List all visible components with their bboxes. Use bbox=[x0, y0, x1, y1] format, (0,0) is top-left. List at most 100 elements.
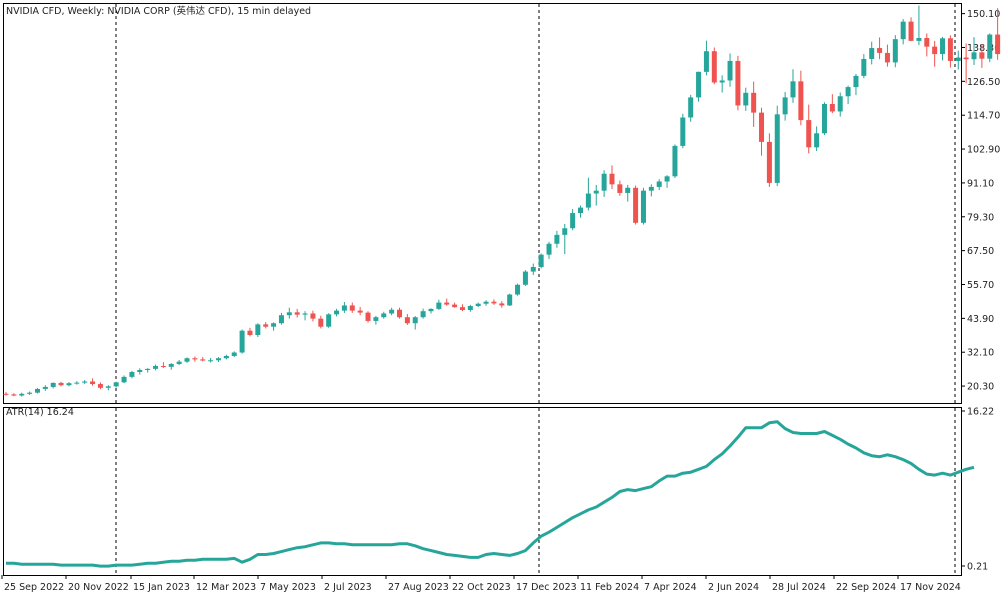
price-tick-label: 55.70 bbox=[967, 280, 994, 291]
candle-body bbox=[357, 310, 363, 313]
candle-body bbox=[530, 266, 536, 272]
candle-body bbox=[924, 38, 930, 47]
candle-body bbox=[389, 309, 395, 314]
candle-body bbox=[727, 60, 733, 81]
time-tick-label: 17 Dec 2023 bbox=[516, 582, 577, 593]
candle-body bbox=[995, 34, 1001, 55]
candle-body bbox=[231, 352, 237, 356]
candle-body bbox=[349, 305, 355, 311]
candle-body bbox=[499, 303, 505, 306]
candle-body bbox=[821, 104, 827, 134]
time-tick-label: 22 Sep 2024 bbox=[836, 582, 896, 593]
candle-body bbox=[255, 324, 261, 335]
candle-body bbox=[853, 75, 859, 88]
candle-body bbox=[491, 301, 497, 304]
candle-body bbox=[34, 388, 40, 393]
candle-body bbox=[302, 313, 308, 315]
candle-body bbox=[688, 97, 694, 118]
candle-body bbox=[82, 381, 88, 383]
candle-body bbox=[223, 355, 229, 359]
candle-body bbox=[585, 193, 591, 208]
time-tick-label: 2 Jun 2024 bbox=[708, 582, 759, 593]
candle-body bbox=[719, 80, 725, 83]
candle-body bbox=[215, 358, 221, 361]
price-tick-label: 67.50 bbox=[967, 246, 994, 257]
price-chart-svg[interactable]: 150.10138.30126.50114.70102.9091.1079.30… bbox=[0, 0, 1006, 599]
chart-window: NVIDIA CFD, Weekly: NVIDIA CORP (英伟达 CFD… bbox=[0, 0, 1006, 599]
price-tick-label: 43.90 bbox=[967, 314, 994, 325]
candle-body bbox=[845, 87, 851, 97]
candle-body bbox=[271, 323, 277, 327]
candle-body bbox=[979, 52, 985, 59]
candle-body bbox=[759, 112, 765, 142]
main-panel-frame bbox=[3, 3, 962, 404]
time-tick-label: 22 Oct 2023 bbox=[452, 582, 511, 593]
candle-body bbox=[790, 81, 796, 98]
time-tick-label: 15 Jan 2023 bbox=[133, 582, 190, 593]
candle-body bbox=[263, 324, 269, 327]
candle-body bbox=[310, 313, 316, 319]
atr-tick-label: 16.22 bbox=[967, 407, 994, 418]
candle-body bbox=[192, 358, 198, 360]
time-tick-label: 2 Jul 2023 bbox=[324, 582, 372, 593]
candle-body bbox=[837, 96, 843, 112]
candle-body bbox=[74, 382, 80, 384]
candle-body bbox=[121, 376, 127, 383]
candle-body bbox=[137, 370, 143, 373]
time-tick-label: 17 Nov 2024 bbox=[900, 582, 961, 593]
chart-title: NVIDIA CFD, Weekly: NVIDIA CORP (英伟达 CFD… bbox=[6, 6, 312, 17]
candle-body bbox=[459, 307, 465, 311]
candle-body bbox=[877, 48, 883, 53]
candle-body bbox=[908, 21, 914, 41]
candle-body bbox=[145, 368, 151, 371]
candle-body bbox=[50, 382, 56, 387]
candle-body bbox=[326, 314, 332, 327]
candle-body bbox=[711, 51, 717, 83]
candle-body bbox=[656, 181, 662, 187]
candle-body bbox=[247, 330, 253, 335]
candle-body bbox=[436, 302, 442, 309]
candle-body bbox=[97, 384, 103, 388]
time-tick-label: 27 Aug 2023 bbox=[388, 582, 449, 593]
candle-body bbox=[11, 394, 17, 396]
candle-body bbox=[373, 317, 379, 321]
price-tick-label: 126.50 bbox=[967, 77, 1000, 88]
candle-body bbox=[341, 305, 347, 311]
candle-body bbox=[554, 234, 560, 244]
candle-body bbox=[381, 313, 387, 318]
candle-body bbox=[294, 312, 300, 315]
candle-body bbox=[404, 317, 410, 324]
candle-body bbox=[334, 310, 340, 315]
candle-body bbox=[798, 81, 804, 121]
price-tick-label: 91.10 bbox=[967, 178, 994, 189]
candle-body bbox=[318, 318, 324, 327]
candle-body bbox=[861, 58, 867, 76]
candle-body bbox=[129, 372, 135, 377]
candle-body bbox=[601, 173, 607, 191]
candle-body bbox=[940, 38, 946, 55]
candle-body bbox=[743, 92, 749, 106]
candle-body bbox=[475, 303, 481, 307]
price-tick-label: 79.30 bbox=[967, 212, 994, 223]
price-tick-label: 150.10 bbox=[967, 9, 1000, 20]
candle-body bbox=[680, 117, 686, 146]
candle-body bbox=[66, 383, 72, 386]
price-tick-label: 114.70 bbox=[967, 111, 1000, 122]
candle-body bbox=[892, 39, 898, 63]
candle-body bbox=[58, 382, 64, 386]
candle-body bbox=[593, 190, 599, 194]
candle-body bbox=[633, 187, 639, 223]
candle-body bbox=[664, 176, 670, 182]
candle-body bbox=[562, 228, 568, 235]
candle-body bbox=[546, 243, 552, 255]
candle-body bbox=[278, 315, 284, 324]
candle-body bbox=[570, 213, 576, 229]
candle-body bbox=[672, 145, 678, 177]
candle-body bbox=[452, 304, 458, 308]
price-tick-label: 32.10 bbox=[967, 348, 994, 359]
candle-body bbox=[751, 92, 757, 113]
candle-body bbox=[184, 358, 190, 362]
candle-body bbox=[696, 71, 702, 98]
time-tick-label: 28 Jul 2024 bbox=[772, 582, 826, 593]
candle-body bbox=[947, 38, 953, 61]
